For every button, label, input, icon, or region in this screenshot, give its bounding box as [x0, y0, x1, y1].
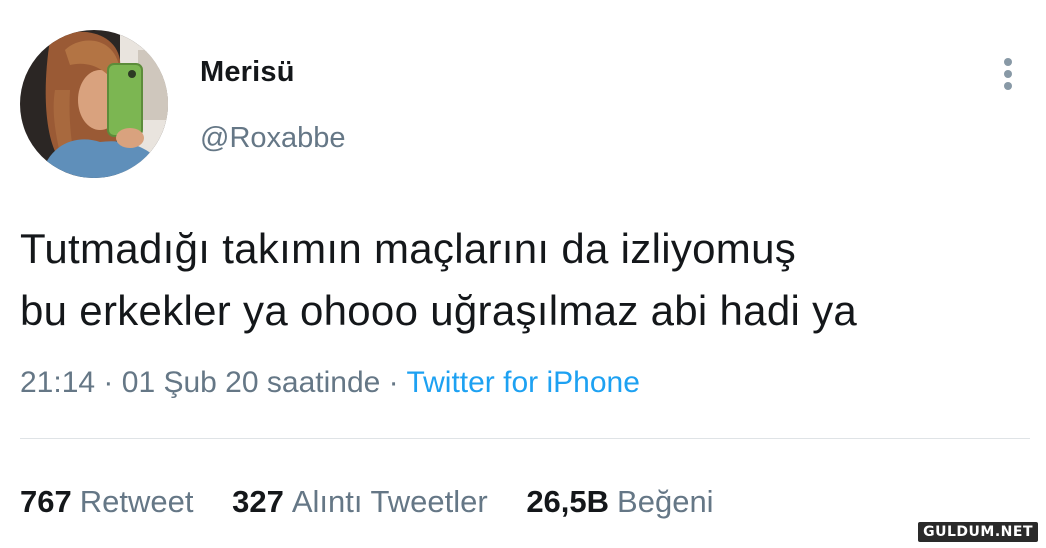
more-dot	[1004, 70, 1012, 78]
meta-separator: ·	[388, 366, 399, 399]
tweet-text: Tutmadığı takımın maçlarını da izliyomuş…	[20, 218, 1040, 342]
tweet-meta: 21:14 · 01 Şub 20 saatinde · Twitter for…	[20, 366, 640, 400]
retweet-label: Retweet	[79, 484, 194, 519]
display-name[interactable]: Merisü	[200, 56, 295, 89]
retweet-count: 767	[20, 484, 72, 519]
retweet-stat[interactable]: 767 Retweet	[20, 484, 193, 520]
tweet-stats: 767 Retweet 327 Alıntı Tweetler 26,5B Beğen…	[20, 484, 744, 520]
quote-label: Alıntı Tweetler	[291, 484, 488, 519]
tweet-line: bu erkekler ya ohooo uğraşılmaz abi hadi…	[20, 287, 858, 334]
like-stat[interactable]: 26,5B Beğeni	[526, 484, 713, 520]
like-label: Beğeni	[617, 484, 714, 519]
quote-stat[interactable]: 327 Alıntı Tweetler	[232, 484, 488, 520]
tweet-card: Merisü @Roxabbe Tutmadığı takımın maçlar…	[0, 0, 1046, 548]
divider	[20, 438, 1030, 439]
user-handle[interactable]: @Roxabbe	[200, 122, 346, 155]
tweet-time[interactable]: 21:14	[20, 366, 95, 399]
avatar-photo	[20, 30, 168, 178]
avatar[interactable]	[20, 30, 168, 178]
tweet-source-link[interactable]: Twitter for iPhone	[406, 366, 639, 399]
tweet-line: Tutmadığı takımın maçlarını da izliyomuş	[20, 225, 797, 272]
quote-count: 327	[232, 484, 284, 519]
more-dot	[1004, 58, 1012, 66]
more-dot	[1004, 82, 1012, 90]
like-count: 26,5B	[526, 484, 610, 519]
more-options-icon[interactable]	[996, 54, 1020, 94]
site-watermark: GULDUM.NET	[918, 522, 1038, 542]
meta-separator: ·	[103, 366, 114, 399]
tweet-date[interactable]: 01 Şub 20 saatinde	[122, 366, 381, 399]
